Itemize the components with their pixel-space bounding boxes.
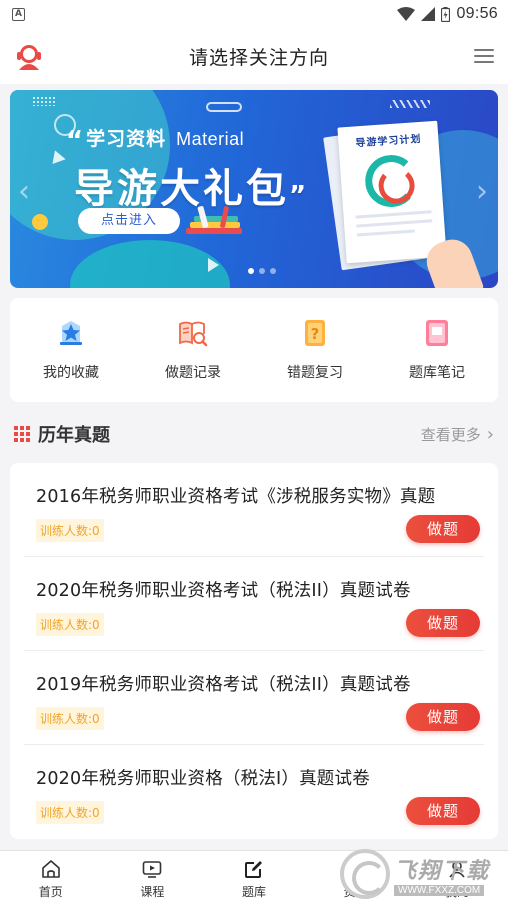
signal-icon <box>421 7 436 21</box>
books-illustration <box>186 205 246 234</box>
note-icon <box>426 320 448 346</box>
shortcut-history[interactable]: 做题记录 <box>138 318 248 382</box>
do-exam-button[interactable]: 做题 <box>406 797 480 825</box>
page-title: 请选择关注方向 <box>188 46 329 69</box>
exam-title: 2019年税务师职业资格考试（税法II）真题试卷 <box>36 675 411 695</box>
view-more-link[interactable]: 查看更多 › <box>421 424 498 445</box>
book-search-icon <box>179 321 208 347</box>
grid-icon <box>14 426 30 442</box>
notification-icon: A <box>12 7 25 21</box>
banner-next-icon[interactable]: › <box>476 174 488 209</box>
nav-materials[interactable]: 资料 <box>305 851 407 908</box>
menu-icon[interactable] <box>473 49 494 63</box>
do-exam-button[interactable]: 做题 <box>406 609 480 637</box>
trainee-count-badge: 训练人数:0 <box>36 519 104 542</box>
edit-icon <box>244 861 262 878</box>
banner-enter-button[interactable]: 点击进入 <box>78 208 180 234</box>
exam-title: 2020年税务师职业资格考试（税法II）真题试卷 <box>36 581 411 601</box>
bottom-nav: 首页 课程 题库 资料 我的 <box>0 850 508 908</box>
svg-text:?: ? <box>311 325 320 343</box>
exam-list: 2016年税务师职业资格考试《涉税服务实物》真题 训练人数:0 做题 2020年… <box>10 463 498 839</box>
exam-title: 2020年税务师职业资格（税法I）真题试卷 <box>36 769 370 789</box>
exam-item[interactable]: 2020年税务师职业资格考试（税法II）真题试卷 训练人数:0 做题 <box>24 557 484 651</box>
nav-question-bank[interactable]: 题库 <box>203 851 305 908</box>
banner-prev-icon[interactable]: ‹ <box>18 174 30 209</box>
wifi-icon <box>397 7 416 21</box>
status-bar: A 09:56 <box>0 0 508 28</box>
do-exam-button[interactable]: 做题 <box>406 515 480 543</box>
exam-item[interactable]: 2016年税务师职业资格考试《涉税服务实物》真题 训练人数:0 做题 <box>24 463 484 557</box>
app-header: 请选择关注方向 <box>0 28 508 84</box>
trainee-count-badge: 训练人数:0 <box>36 707 104 730</box>
exam-item[interactable]: 2020年税务师职业资格（税法I）真题试卷 训练人数:0 做题 <box>24 745 484 839</box>
clock: 09:56 <box>456 5 498 22</box>
user-icon <box>449 861 465 878</box>
brand-logo-icon <box>363 153 419 209</box>
do-exam-button[interactable]: 做题 <box>406 703 480 731</box>
shortcut-panel: 我的收藏 做题记录 ? 错题复习 题库笔记 <box>10 298 498 402</box>
folder-icon <box>346 863 365 877</box>
nav-courses[interactable]: 课程 <box>102 851 204 908</box>
section-header: 历年真题 查看更多 › <box>10 416 498 452</box>
video-icon <box>143 861 162 878</box>
shortcut-favorites[interactable]: 我的收藏 <box>16 318 126 382</box>
trainee-count-badge: 训练人数:0 <box>36 613 104 636</box>
shortcut-notes[interactable]: 题库笔记 <box>382 318 492 382</box>
plan-paper-illustration: 导游学习计划 <box>337 120 447 264</box>
trainee-count-badge: 训练人数:0 <box>36 801 104 824</box>
banner-subtitle: “学习资料 Material <box>66 126 245 156</box>
home-icon <box>41 860 60 878</box>
exam-title: 2016年税务师职业资格考试《涉税服务实物》真题 <box>36 487 436 507</box>
star-badge-icon <box>60 321 82 345</box>
question-doc-icon: ? <box>305 320 325 346</box>
promo-banner[interactable]: ‹ › “学习资料 Material 导游大礼包” 点击进入 导游学习计划 <box>10 90 498 288</box>
banner-pagination <box>248 268 276 274</box>
nav-profile[interactable]: 我的 <box>406 851 508 908</box>
section-title: 历年真题 <box>38 425 110 446</box>
exam-item[interactable]: 2019年税务师职业资格考试（税法II）真题试卷 训练人数:0 做题 <box>24 651 484 745</box>
chevron-right-icon: › <box>486 423 494 445</box>
shortcut-review[interactable]: ? 错题复习 <box>260 318 370 382</box>
nav-home[interactable]: 首页 <box>0 851 102 908</box>
customer-service-icon[interactable] <box>14 41 44 71</box>
battery-icon <box>441 6 451 22</box>
